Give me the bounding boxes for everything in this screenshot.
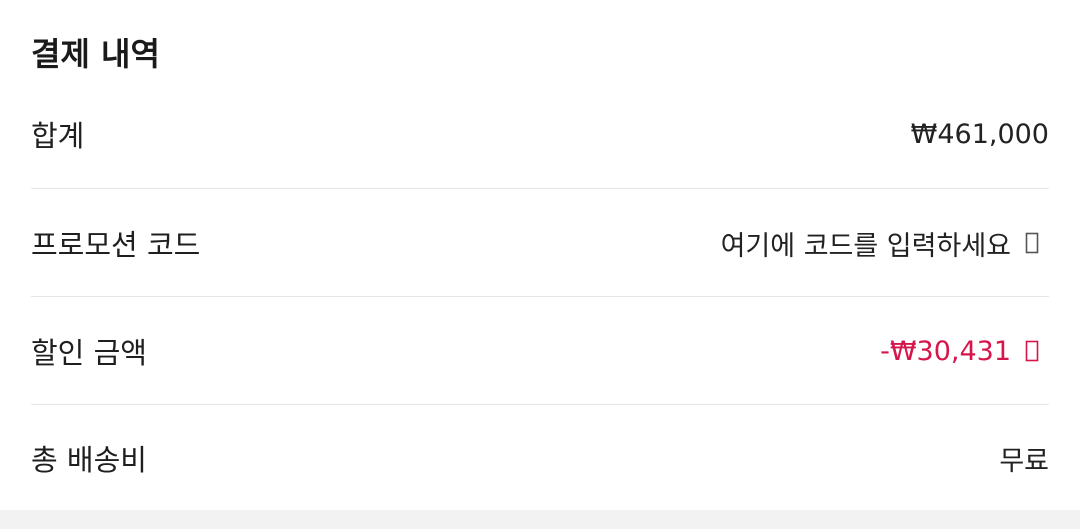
discount-link[interactable]: -₩30,431 <box>880 336 1049 367</box>
subtotal-value: ₩461,000 <box>910 118 1049 150</box>
shipping-label: 총 배송비 <box>31 443 147 477</box>
chevron-right-icon <box>1025 340 1039 362</box>
promo-code-row[interactable]: 프로모션 코드 여기에 코드를 입력하세요 <box>31 188 1049 297</box>
section-title: 결제 내역 <box>31 35 160 73</box>
promo-code-placeholder: 여기에 코드를 입력하세요 <box>720 230 1011 262</box>
payment-summary-panel: 결제 내역 합계 ₩461,000 프로모션 코드 여기에 코드를 입력하세요 … <box>0 0 1080 510</box>
shipping-value: 무료 <box>999 445 1049 477</box>
discount-label: 할인 금액 <box>31 336 147 370</box>
discount-row[interactable]: 할인 금액 -₩30,431 <box>31 296 1049 405</box>
subtotal-label: 합계 <box>31 119 85 153</box>
footer-band <box>0 510 1080 529</box>
promo-code-link[interactable]: 여기에 코드를 입력하세요 <box>721 224 1049 263</box>
promo-code-label: 프로모션 코드 <box>31 228 201 262</box>
discount-amount: -₩30,431 <box>880 335 1011 367</box>
subtotal-row: 합계 ₩461,000 <box>31 80 1049 188</box>
chevron-right-icon <box>1025 232 1039 254</box>
shipping-row: 총 배송비 무료 <box>31 404 1049 511</box>
